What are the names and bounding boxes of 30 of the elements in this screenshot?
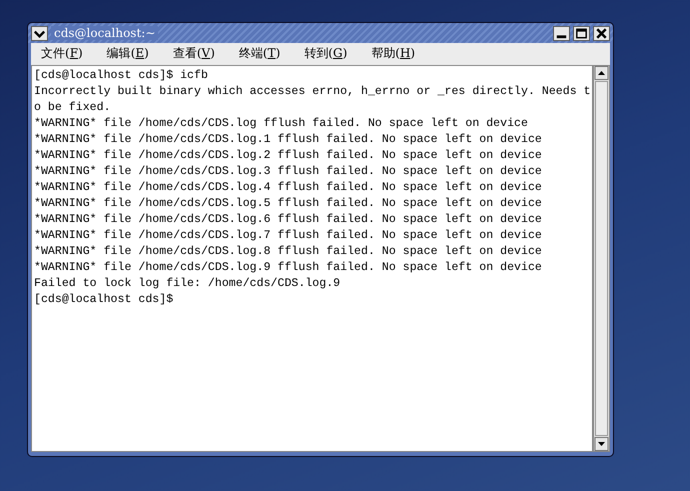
terminal-line: [cds@localhost cds]$ — [34, 292, 174, 308]
scrollbar-thumb[interactable] — [595, 81, 608, 436]
terminal-line: *WARNING* file /home/cds/CDS.log.2 fflush failed. No space left on device — [34, 148, 542, 164]
terminal-line: *WARNING* file /home/cds/CDS.log.3 fflush failed. No space left on device — [34, 164, 542, 180]
window-menu-icon[interactable] — [31, 26, 48, 40]
terminal-line: *WARNING* file /home/cds/CDS.log.9 fflush failed. No space left on device — [34, 260, 542, 276]
menu-item[interactable]: 文件(F) — [41, 44, 83, 62]
scroll-up-icon[interactable] — [594, 66, 609, 80]
scrollbar[interactable] — [593, 65, 610, 452]
menu-item[interactable]: 转到(G) — [304, 44, 348, 62]
minimize-icon[interactable] — [553, 26, 570, 40]
terminal-line: Failed to lock log file: /home/cds/CDS.log.9 — [34, 276, 340, 292]
terminal-line: Incorrectly built binary which accesses errno, h_errno or _res directly. Needs t — [34, 84, 591, 100]
terminal-line: *WARNING* file /home/cds/CDS.log.4 fflush failed. No space left on device — [34, 180, 542, 196]
terminal-line: *WARNING* file /home/cds/CDS.log.8 fflush failed. No space left on device — [34, 244, 542, 260]
terminal-line: o be fixed. — [34, 100, 111, 116]
close-icon[interactable] — [593, 26, 610, 40]
terminal-line: *WARNING* file /home/cds/CDS.log.7 fflush failed. No space left on device — [34, 228, 542, 244]
terminal-line: *WARNING* file /home/cds/CDS.log.6 fflush failed. No space left on device — [34, 212, 542, 228]
window-title: cds@localhost:~ — [51, 26, 158, 40]
terminal-line: *WARNING* file /home/cds/CDS.log fflush failed. No space left on device — [34, 116, 528, 132]
menu-item[interactable]: 帮助(H) — [371, 44, 416, 62]
menu-item[interactable]: 编辑(E) — [106, 44, 149, 62]
maximize-icon[interactable] — [573, 26, 590, 40]
menu-item[interactable]: 终端(T) — [238, 44, 280, 62]
menu-item[interactable]: 查看(V) — [172, 44, 215, 62]
scroll-down-icon[interactable] — [594, 437, 609, 451]
terminal-line: *WARNING* file /home/cds/CDS.log.5 fflush failed. No space left on device — [34, 196, 542, 212]
terminal-line: [cds@localhost cds]$ icfb — [34, 68, 208, 84]
terminal-line: *WARNING* file /home/cds/CDS.log.1 fflush failed. No space left on device — [34, 132, 542, 148]
